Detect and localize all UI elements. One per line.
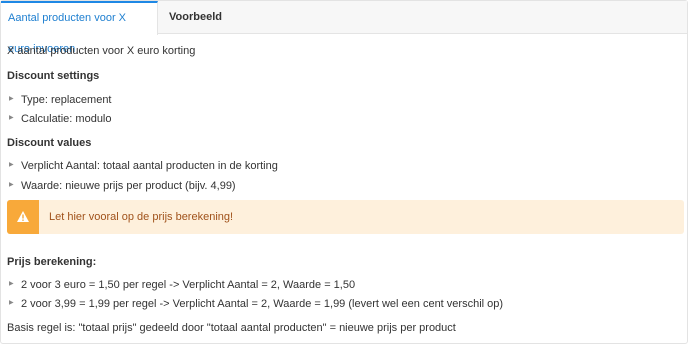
list-item-text: Waarde: nieuwe prijs per product (bijv. …: [21, 180, 236, 192]
bullet-icon: ▶: [9, 281, 14, 287]
bullet-icon: ▶: [9, 300, 14, 306]
list-item: ▶ Calculatie: modulo: [7, 113, 112, 125]
tab-aantal-producten[interactable]: Aantal producten voor X euro invoeren: [1, 1, 158, 55]
list-item-text: 2 voor 3,99 = 1,99 per regel -> Verplich…: [21, 298, 504, 310]
list-item: ▶ Waarde: nieuwe prijs per product (bijv…: [7, 180, 236, 192]
bullet-icon: ▶: [9, 162, 14, 168]
tab-bar: Aantal producten voor X euro invoeren Vo…: [1, 1, 687, 55]
alert-icon-box: [7, 200, 39, 234]
discount-settings-heading: Discount settings: [7, 70, 100, 82]
list-item-text: Calculatie: modulo: [21, 113, 112, 125]
warning-icon: [17, 211, 29, 222]
discount-values-heading: Discount values: [7, 137, 92, 149]
bullet-icon: ▶: [9, 96, 14, 102]
list-item: ▶ Verplicht Aantal: totaal aantal produc…: [7, 160, 278, 172]
intro-text: X aantal producten voor X euro korting: [7, 45, 196, 57]
footer-text: Basis regel is: "totaal prijs" gedeeld d…: [7, 322, 456, 334]
warning-alert: Let hier vooral op de prijs berekening!: [7, 200, 684, 234]
tab-voorbeeld[interactable]: Voorbeeld: [158, 1, 222, 34]
list-item: ▶ 2 voor 3,99 = 1,99 per regel -> Verpli…: [7, 298, 503, 310]
list-item: ▶ Type: replacement: [7, 94, 112, 106]
bullet-icon: ▶: [9, 182, 14, 188]
list-item-text: Verplicht Aantal: totaal aantal producte…: [21, 160, 278, 172]
list-item-text: Type: replacement: [21, 94, 112, 106]
panel: Aantal producten voor X euro invoeren Vo…: [0, 0, 688, 344]
price-calc-heading: Prijs berekening:: [7, 256, 97, 268]
list-item-text: 2 voor 3 euro = 1,50 per regel -> Verpli…: [21, 279, 356, 291]
alert-text: Let hier vooral op de prijs berekening!: [49, 211, 234, 223]
list-item: ▶ 2 voor 3 euro = 1,50 per regel -> Verp…: [7, 279, 355, 291]
bullet-icon: ▶: [9, 115, 14, 121]
